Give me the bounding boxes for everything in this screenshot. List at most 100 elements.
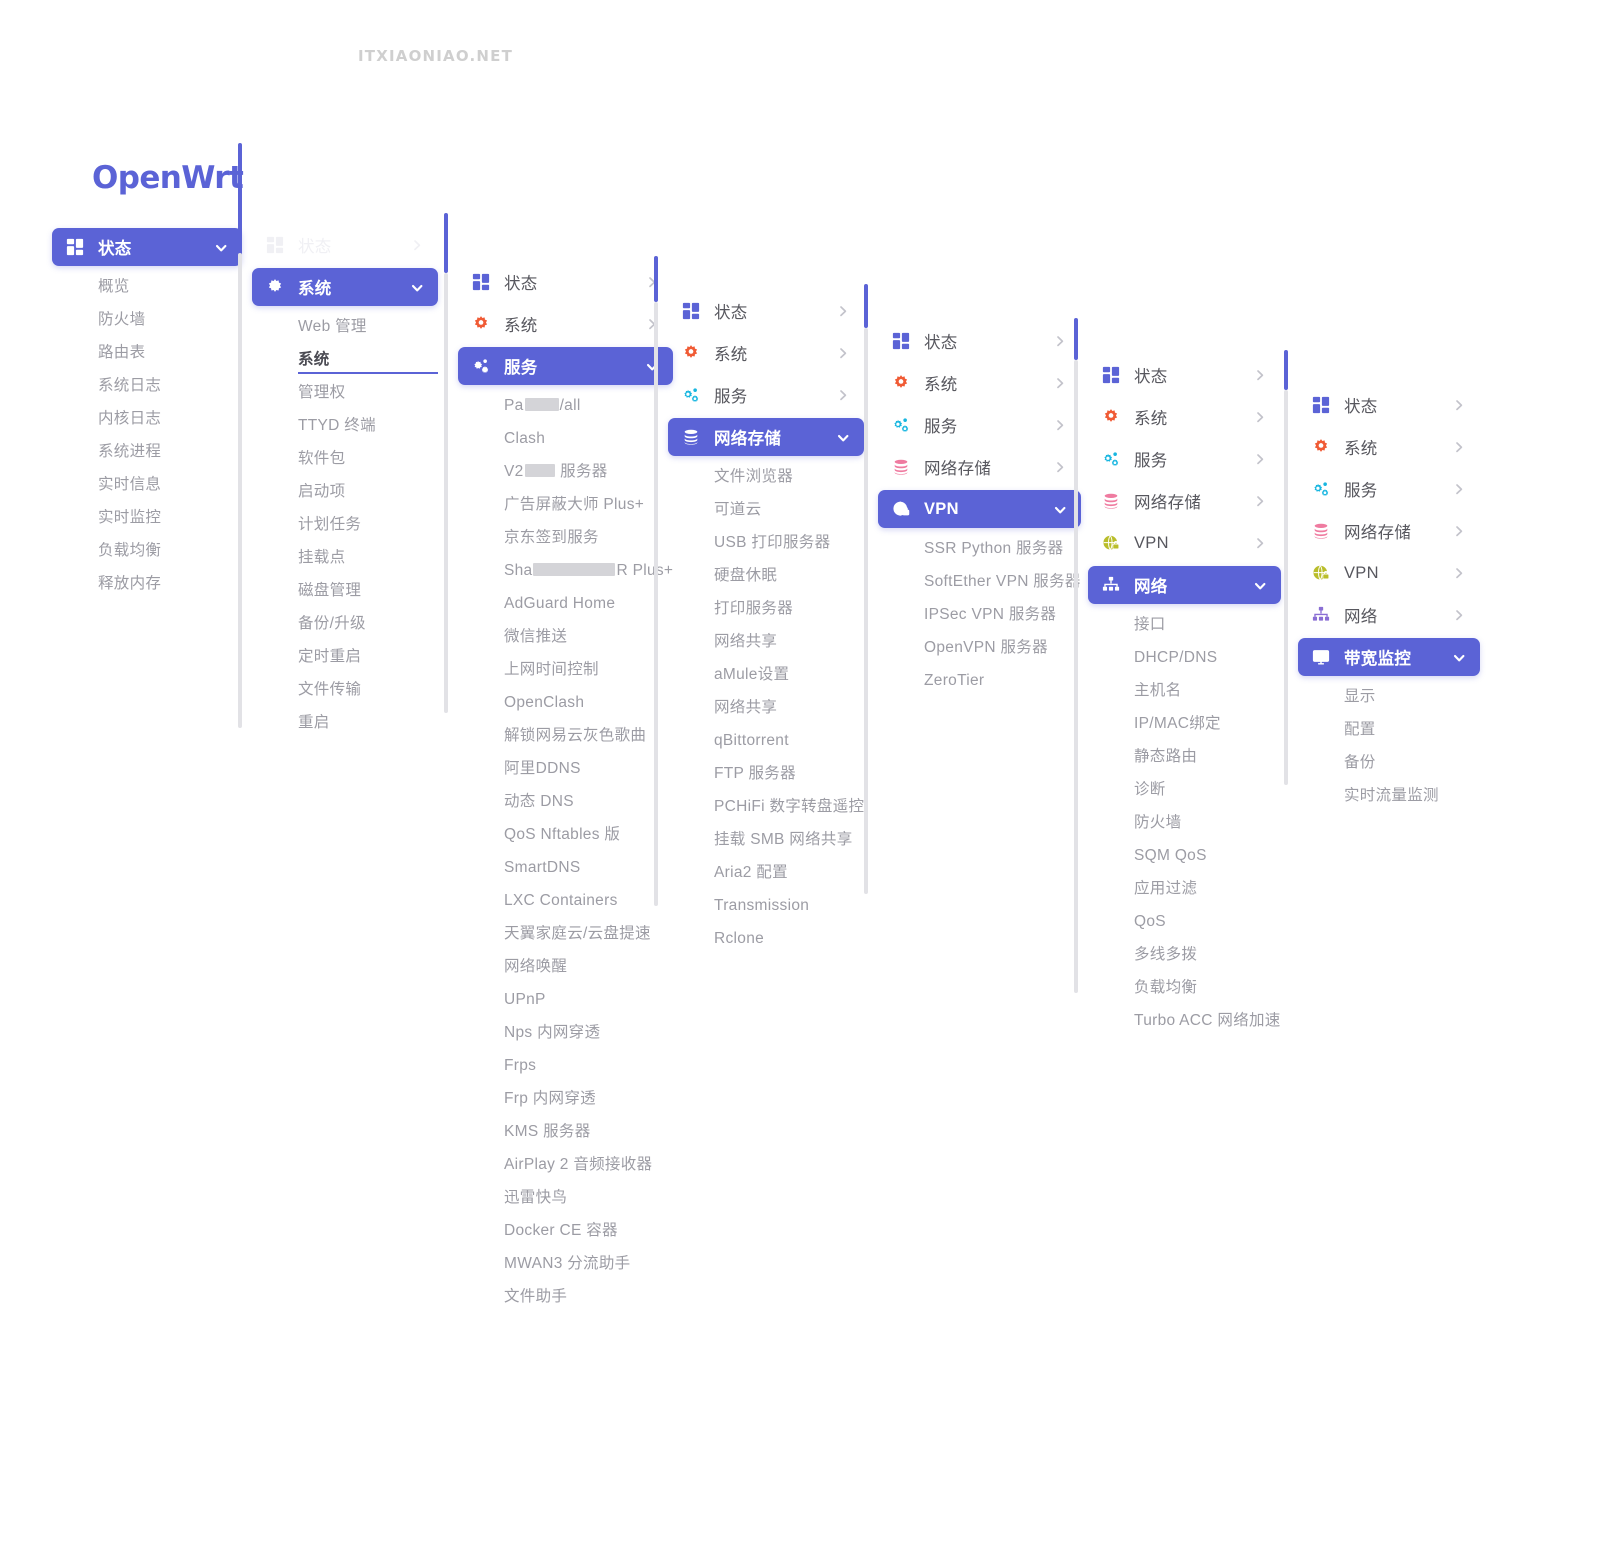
submenu-item-内核日志[interactable]: 内核日志	[52, 402, 242, 435]
submenu-item-天翼家庭云-云盘提速[interactable]: 天翼家庭云/云盘提速	[458, 917, 673, 950]
submenu-item-ipsec-vpn-服务器[interactable]: IPSec VPN 服务器	[878, 598, 1081, 631]
submenu-item-挂载点[interactable]: 挂载点	[252, 541, 438, 574]
submenu-item-计划任务[interactable]: 计划任务	[252, 508, 438, 541]
submenu-item-多线多拨[interactable]: 多线多拨	[1088, 938, 1281, 971]
submenu-item-系统日志[interactable]: 系统日志	[52, 369, 242, 402]
menu-item-服务[interactable]: 服务	[668, 376, 864, 414]
menu-item-服务[interactable]: 服务	[458, 347, 674, 385]
submenu-item-ttyd-终端[interactable]: TTYD 终端	[252, 409, 438, 442]
submenu-item-广告屏蔽大师-plus[interactable]: 广告屏蔽大师 Plus+	[458, 488, 673, 521]
menu-item-网络存储[interactable]: 网络存储	[1298, 512, 1480, 550]
submenu-item-网络唤醒[interactable]: 网络唤醒	[458, 950, 673, 983]
submenu-item-概览[interactable]: 概览	[52, 270, 242, 303]
submenu-item-amule设置[interactable]: aMule设置	[668, 658, 864, 691]
submenu-item-kms-服务器[interactable]: KMS 服务器	[458, 1115, 673, 1148]
submenu-item-文件传输[interactable]: 文件传输	[252, 673, 438, 706]
submenu-item-frps[interactable]: Frps	[458, 1049, 673, 1082]
submenu-item-备份[interactable]: 备份	[1298, 746, 1480, 779]
submenu-item-rclone[interactable]: Rclone	[668, 922, 864, 955]
submenu-item-lxc-containers[interactable]: LXC Containers	[458, 884, 673, 917]
menu-item-系统[interactable]: 系统	[458, 305, 673, 343]
submenu-item-打印服务器[interactable]: 打印服务器	[668, 592, 864, 625]
submenu-item-zerotier[interactable]: ZeroTier	[878, 664, 1081, 697]
submenu-item-turbo-acc-网络加速[interactable]: Turbo ACC 网络加速	[1088, 1004, 1281, 1037]
submenu-item-qos-nftables-版[interactable]: QoS Nftables 版	[458, 818, 673, 851]
submenu-item-aria2-配置[interactable]: Aria2 配置	[668, 856, 864, 889]
submenu-item-接口[interactable]: 接口	[1088, 608, 1281, 641]
menu-item-状态[interactable]: 状态	[668, 292, 864, 330]
submenu-item-sha-r-plus[interactable]: Sha R Plus+	[458, 554, 673, 587]
submenu-item-上网时间控制[interactable]: 上网时间控制	[458, 653, 673, 686]
submenu-item-pa-all[interactable]: Pa/all	[458, 389, 673, 422]
submenu-item-mwan3-分流助手[interactable]: MWAN3 分流助手	[458, 1247, 673, 1280]
menu-item-服务[interactable]: 服务	[1088, 440, 1281, 478]
submenu-item-网络共享[interactable]: 网络共享	[668, 625, 864, 658]
submenu-item-nps-内网穿透[interactable]: Nps 内网穿透	[458, 1016, 673, 1049]
menu-item-vpn[interactable]: VPN	[1298, 554, 1480, 592]
menu-item-系统[interactable]: 系统	[668, 334, 864, 372]
submenu-item-迅雷快鸟[interactable]: 迅雷快鸟	[458, 1181, 673, 1214]
submenu-item-防火墙[interactable]: 防火墙	[52, 303, 242, 336]
menu-item-系统[interactable]: 系统	[878, 364, 1081, 402]
submenu-item-实时监控[interactable]: 实时监控	[52, 501, 242, 534]
submenu-item-openclash[interactable]: OpenClash	[458, 686, 673, 719]
menu-item-状态[interactable]: 状态	[878, 322, 1081, 360]
submenu-item-v2-服务器[interactable]: V2 服务器	[458, 455, 673, 488]
menu-item-vpn[interactable]: VPN	[878, 490, 1081, 528]
submenu-item-可道云[interactable]: 可道云	[668, 493, 864, 526]
menu-item-带宽监控[interactable]: 带宽监控	[1298, 638, 1480, 676]
submenu-item-软件包[interactable]: 软件包	[252, 442, 438, 475]
submenu-item-openvpn-服务器[interactable]: OpenVPN 服务器	[878, 631, 1081, 664]
menu-item-系统[interactable]: 系统	[252, 268, 438, 306]
submenu-item-解锁网易云灰色歌曲[interactable]: 解锁网易云灰色歌曲	[458, 719, 673, 752]
submenu-item-web-管理[interactable]: Web 管理	[252, 310, 438, 343]
submenu-item-启动项[interactable]: 启动项	[252, 475, 438, 508]
submenu-item-pchifi-数字转盘遥控[interactable]: PCHiFi 数字转盘遥控	[668, 790, 864, 823]
submenu-item-主机名[interactable]: 主机名	[1088, 674, 1281, 707]
submenu-item-显示[interactable]: 显示	[1298, 680, 1480, 713]
submenu-item-文件浏览器[interactable]: 文件浏览器	[668, 460, 864, 493]
menu-item-状态[interactable]: 状态	[52, 228, 242, 266]
submenu-item-静态路由[interactable]: 静态路由	[1088, 740, 1281, 773]
submenu-item-负载均衡[interactable]: 负载均衡	[1088, 971, 1281, 1004]
submenu-item-磁盘管理[interactable]: 磁盘管理	[252, 574, 438, 607]
submenu-item-定时重启[interactable]: 定时重启	[252, 640, 438, 673]
menu-item-状态[interactable]: 状态	[252, 226, 438, 264]
submenu-item-管理权[interactable]: 管理权	[252, 376, 438, 409]
submenu-item-微信推送[interactable]: 微信推送	[458, 620, 673, 653]
menu-item-网络存储[interactable]: 网络存储	[668, 418, 865, 456]
menu-item-状态[interactable]: 状态	[1298, 386, 1480, 424]
submenu-item-dhcp-dns[interactable]: DHCP/DNS	[1088, 641, 1281, 674]
menu-item-网络存储[interactable]: 网络存储	[1088, 482, 1281, 520]
submenu-item-网络共享[interactable]: 网络共享	[668, 691, 864, 724]
submenu-item-softether-vpn-服务器[interactable]: SoftEther VPN 服务器	[878, 565, 1081, 598]
submenu-item-qos[interactable]: QoS	[1088, 905, 1281, 938]
submenu-item-实时信息[interactable]: 实时信息	[52, 468, 242, 501]
menu-item-状态[interactable]: 状态	[1088, 356, 1281, 394]
menu-item-系统[interactable]: 系统	[1298, 428, 1480, 466]
submenu-item-ftp-服务器[interactable]: FTP 服务器	[668, 757, 864, 790]
submenu-item-释放内存[interactable]: 释放内存	[52, 567, 242, 600]
submenu-item-备份-升级[interactable]: 备份/升级	[252, 607, 438, 640]
submenu-item-实时流量监测[interactable]: 实时流量监测	[1298, 779, 1480, 812]
submenu-item-系统进程[interactable]: 系统进程	[52, 435, 242, 468]
submenu-item-重启[interactable]: 重启	[252, 706, 438, 739]
submenu-item-路由表[interactable]: 路由表	[52, 336, 242, 369]
submenu-item-动态-dns[interactable]: 动态 DNS	[458, 785, 673, 818]
submenu-item-应用过滤[interactable]: 应用过滤	[1088, 872, 1281, 905]
menu-item-服务[interactable]: 服务	[1298, 470, 1480, 508]
menu-item-状态[interactable]: 状态	[458, 263, 673, 301]
menu-item-系统[interactable]: 系统	[1088, 398, 1281, 436]
submenu-item-usb-打印服务器[interactable]: USB 打印服务器	[668, 526, 864, 559]
submenu-item-配置[interactable]: 配置	[1298, 713, 1480, 746]
submenu-item-upnp[interactable]: UPnP	[458, 983, 673, 1016]
submenu-item-airplay-2-音频接收器[interactable]: AirPlay 2 音频接收器	[458, 1148, 673, 1181]
menu-item-vpn[interactable]: VPN	[1088, 524, 1281, 562]
submenu-item-负载均衡[interactable]: 负载均衡	[52, 534, 242, 567]
submenu-item-transmission[interactable]: Transmission	[668, 889, 864, 922]
menu-item-网络[interactable]: 网络	[1088, 566, 1281, 604]
submenu-item-ip-mac绑定[interactable]: IP/MAC绑定	[1088, 707, 1281, 740]
submenu-item-挂载-smb-网络共享[interactable]: 挂载 SMB 网络共享	[668, 823, 864, 856]
submenu-item-防火墙[interactable]: 防火墙	[1088, 806, 1281, 839]
submenu-item-frp-内网穿透[interactable]: Frp 内网穿透	[458, 1082, 673, 1115]
